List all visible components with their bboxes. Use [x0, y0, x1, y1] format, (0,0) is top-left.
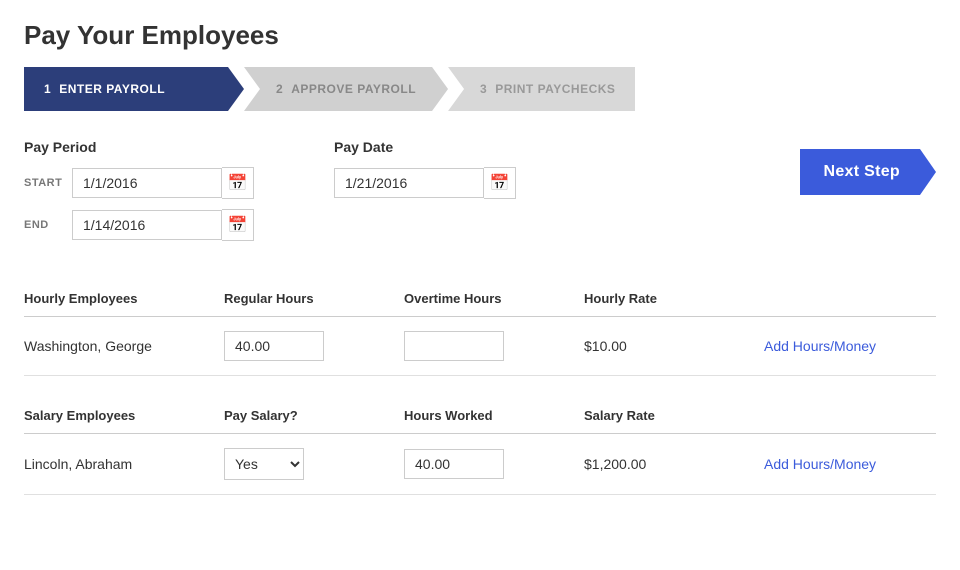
step-3-number: 3 — [480, 82, 487, 96]
hourly-col-hours: Regular Hours — [224, 283, 404, 317]
hourly-overtime-hours-cell — [404, 317, 584, 376]
salary-pay-cell: Yes No — [224, 434, 404, 495]
salary-employees-table: Salary Employees Pay Salary? Hours Worke… — [24, 400, 936, 495]
hourly-add-link[interactable]: Add Hours/Money — [764, 338, 876, 354]
salary-rate-cell: $1,200.00 — [584, 434, 764, 495]
salary-col-name: Salary Employees — [24, 400, 224, 434]
stepper: 1 Enter Payroll 2 Approve Payroll 3 Prin… — [24, 67, 936, 111]
step-3-label: Print Paychecks — [495, 82, 615, 96]
start-date-input[interactable] — [72, 168, 222, 198]
step-print-paychecks[interactable]: 3 Print Paychecks — [448, 67, 635, 111]
employees-section: Hourly Employees Regular Hours Overtime … — [24, 283, 936, 495]
start-date-row: START 📅 — [24, 167, 254, 199]
salary-col-action — [764, 400, 936, 434]
salary-col-hours: Hours Worked — [404, 400, 584, 434]
hourly-col-name: Hourly Employees — [24, 283, 224, 317]
hourly-regular-hours-cell — [224, 317, 404, 376]
step-1-number: 1 — [44, 82, 51, 96]
salary-hours-cell — [404, 434, 584, 495]
salary-col-pay: Pay Salary? — [224, 400, 404, 434]
next-step-block: Next Step — [800, 149, 937, 195]
hourly-overtime-hours-input[interactable] — [404, 331, 504, 361]
start-label: START — [24, 177, 66, 189]
dates-section: Pay Period START 📅 END 📅 Pay Date 📅 Next… — [24, 139, 936, 251]
salary-hours-input[interactable] — [404, 449, 504, 479]
step-1-label: Enter Payroll — [59, 82, 165, 96]
step-2-number: 2 — [276, 82, 283, 96]
salary-action-cell: Add Hours/Money — [764, 434, 936, 495]
hourly-rate-cell: $10.00 — [584, 317, 764, 376]
page-title: Pay Your Employees — [24, 20, 936, 51]
pay-date-label: Pay Date — [334, 139, 800, 155]
pay-period-label: Pay Period — [24, 139, 254, 155]
start-calendar-icon[interactable]: 📅 — [222, 167, 254, 199]
step-2-label: Approve Payroll — [291, 82, 416, 96]
salary-pay-select[interactable]: Yes No — [224, 448, 304, 480]
hourly-employee-name: Washington, George — [24, 317, 224, 376]
pay-date-input[interactable] — [334, 168, 484, 198]
hourly-col-action — [764, 283, 936, 317]
salary-add-link[interactable]: Add Hours/Money — [764, 456, 876, 472]
end-calendar-icon[interactable]: 📅 — [222, 209, 254, 241]
salary-col-rate: Salary Rate — [584, 400, 764, 434]
end-date-input[interactable] — [72, 210, 222, 240]
hourly-employees-table: Hourly Employees Regular Hours Overtime … — [24, 283, 936, 376]
hourly-col-rate: Hourly Rate — [584, 283, 764, 317]
pay-date-calendar-icon[interactable]: 📅 — [484, 167, 516, 199]
hourly-regular-hours-input[interactable] — [224, 331, 324, 361]
pay-period-block: Pay Period START 📅 END 📅 — [24, 139, 254, 251]
next-step-button[interactable]: Next Step — [800, 149, 937, 195]
step-enter-payroll[interactable]: 1 Enter Payroll — [24, 67, 244, 111]
hourly-col-overtime: Overtime Hours — [404, 283, 584, 317]
table-row: Lincoln, Abraham Yes No $1,200.00 Add Ho… — [24, 434, 936, 495]
end-date-row: END 📅 — [24, 209, 254, 241]
pay-date-row: 📅 — [334, 167, 800, 199]
end-label: END — [24, 219, 66, 231]
step-approve-payroll[interactable]: 2 Approve Payroll — [244, 67, 448, 111]
salary-employee-name: Lincoln, Abraham — [24, 434, 224, 495]
pay-date-block: Pay Date 📅 — [334, 139, 800, 209]
hourly-action-cell: Add Hours/Money — [764, 317, 936, 376]
table-row: Washington, George $10.00 Add Hours/Mone… — [24, 317, 936, 376]
